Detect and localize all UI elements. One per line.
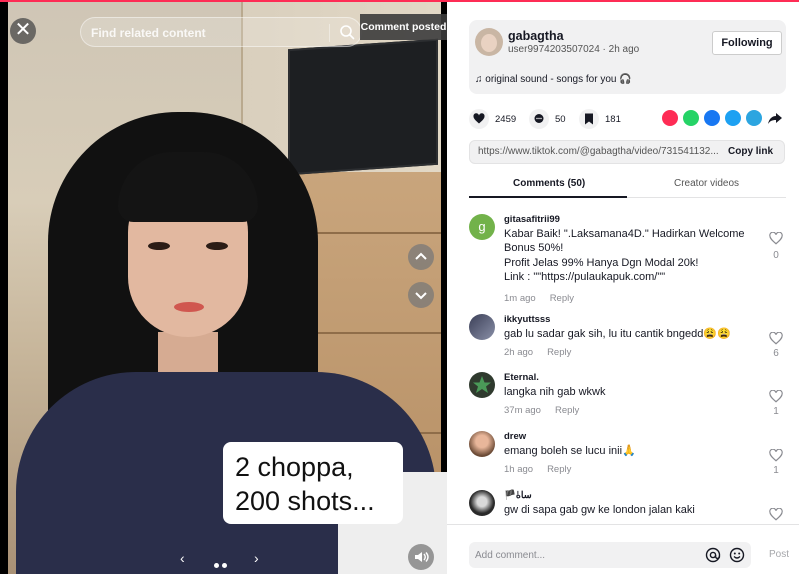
comment-posted-toast: Comment posted: [360, 14, 447, 40]
author-name[interactable]: gabagtha: [508, 29, 564, 43]
heart-icon: [473, 113, 485, 124]
save-button[interactable]: 181: [579, 108, 621, 130]
comment-like-count: 1: [773, 406, 779, 417]
volume-button[interactable]: [408, 544, 434, 570]
heart-icon[interactable]: [769, 449, 783, 462]
music-note-icon: ♫: [475, 74, 483, 85]
author-subline: user9974203507024 · 2h ago: [508, 44, 640, 55]
heart-icon[interactable]: [769, 508, 783, 521]
comment-time: 2h ago: [504, 347, 534, 358]
add-comment-input[interactable]: [475, 547, 675, 563]
commenter-name[interactable]: drew: [504, 431, 526, 442]
comment-time: 1h ago: [504, 464, 534, 475]
commenter-avatar[interactable]: [469, 314, 495, 340]
reply-button[interactable]: Reply: [550, 293, 574, 304]
commenter-name[interactable]: ikkyuttsss: [504, 314, 550, 325]
video-player[interactable]: ✕ Comment posted 2 choppa, 200 shots... …: [0, 2, 447, 574]
tv-on-wall: [288, 38, 438, 176]
commenter-avatar[interactable]: [469, 490, 495, 516]
heart-icon[interactable]: [769, 390, 783, 403]
chevron-down-icon: [415, 292, 427, 300]
panel-tabs: Comments (50) Creator videos: [469, 176, 786, 198]
comment-composer: Post: [447, 524, 799, 574]
sound-link[interactable]: ♫ original sound - songs for you 🎧: [475, 74, 632, 85]
reply-button[interactable]: Reply: [547, 464, 571, 475]
like-button[interactable]: 2459: [469, 108, 516, 130]
comment-time: 37m ago: [504, 405, 541, 416]
share-arrow-icon[interactable]: [767, 110, 783, 126]
comment-icon: [534, 114, 544, 123]
author-card: gabagtha user9974203507024 · 2h ago Foll…: [469, 20, 786, 94]
comment-text: emang boleh se lucu inii🙏: [504, 445, 636, 457]
emoji-icon[interactable]: [729, 547, 745, 563]
heart-icon[interactable]: [769, 332, 783, 345]
star-avatar-icon: [473, 376, 491, 393]
tab-comments[interactable]: Comments (50): [513, 178, 585, 189]
related-search-input[interactable]: [91, 24, 321, 42]
related-search-bar[interactable]: [80, 17, 362, 47]
twitter-icon[interactable]: [725, 110, 741, 126]
comment-text: langka nih gab wkwk: [504, 386, 606, 398]
reply-button[interactable]: Reply: [555, 405, 579, 416]
active-tab-indicator: [469, 196, 627, 198]
author-avatar[interactable]: [475, 28, 503, 56]
tab-creator-videos[interactable]: Creator videos: [674, 178, 739, 189]
comment-like-count: 1: [773, 465, 779, 476]
commenter-name[interactable]: gitasafitrii99: [504, 214, 560, 225]
previous-video-button[interactable]: [408, 244, 434, 270]
commenter-name[interactable]: Eternal.: [504, 372, 539, 383]
slide-next-icon[interactable]: ›: [254, 550, 259, 566]
repost-icon[interactable]: [662, 110, 678, 126]
commenter-name[interactable]: 🏴ساهٰ: [504, 490, 532, 501]
video-caption-sticker: 2 choppa, 200 shots...: [223, 442, 403, 524]
following-button[interactable]: Following: [712, 31, 782, 55]
save-count: 181: [605, 113, 621, 125]
speaker-icon: [415, 552, 429, 562]
action-row: 2459 50 181: [469, 108, 789, 132]
video-link-box: https://www.tiktok.com/@gabagtha/video/7…: [469, 140, 785, 164]
comment-text: gab lu sadar gak sih, lu itu cantik bnge…: [504, 328, 731, 340]
telegram-icon[interactable]: [746, 110, 762, 126]
chevron-up-icon: [415, 252, 427, 260]
heart-icon[interactable]: [769, 232, 783, 245]
whatsapp-icon[interactable]: [683, 110, 699, 126]
details-panel: gabagtha user9974203507024 · 2h ago Foll…: [447, 2, 799, 574]
search-icon[interactable]: [339, 24, 355, 40]
comment-list[interactable]: g gitasafitrii99 Kabar Baik! ".Laksamana…: [469, 210, 789, 526]
next-video-button[interactable]: [408, 282, 434, 308]
comment-text: Kabar Baik! ".Laksamana4D." Hadirkan Wel…: [504, 228, 745, 283]
close-icon[interactable]: ✕: [10, 18, 36, 44]
post-button[interactable]: Post: [769, 549, 789, 560]
like-count: 2459: [495, 113, 517, 125]
bookmark-icon: [585, 113, 593, 125]
facebook-icon[interactable]: [704, 110, 720, 126]
comment-like-count: 0: [773, 250, 779, 261]
comment-count: 50: [555, 113, 566, 125]
mention-icon[interactable]: [705, 547, 721, 563]
comment-like-count: 6: [773, 348, 779, 359]
video-url[interactable]: https://www.tiktok.com/@gabagtha/video/7…: [478, 146, 718, 157]
add-comment-box[interactable]: [469, 542, 751, 568]
slide-prev-icon[interactable]: ‹: [180, 550, 185, 566]
comment-time: 1m ago: [504, 293, 536, 304]
reply-button[interactable]: Reply: [547, 347, 571, 358]
comment-text: gw di sapa gab gw ke london jalan kaki: [504, 504, 695, 516]
slide-dots: [214, 555, 230, 573]
commenter-avatar[interactable]: [469, 372, 495, 398]
commenter-avatar[interactable]: g: [469, 214, 495, 240]
copy-link-button[interactable]: Copy link: [728, 146, 773, 157]
commenter-avatar[interactable]: [469, 431, 495, 457]
comment-button[interactable]: 50: [529, 108, 566, 130]
